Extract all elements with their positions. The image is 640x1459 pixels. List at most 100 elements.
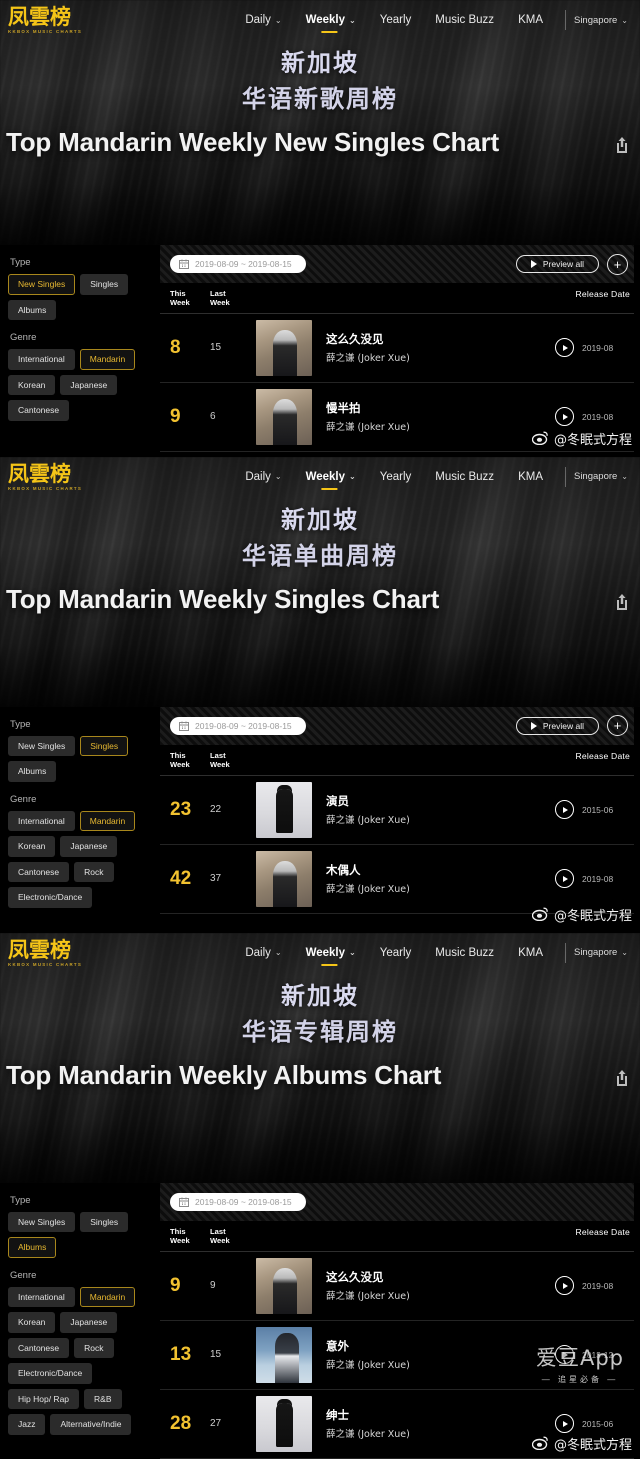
hero-chinese-titles: 新加坡 华语新歌周榜 [0,46,640,117]
type-chip-new-singles[interactable]: New Singles [8,1211,76,1233]
preview-all-button[interactable]: Preview all [515,716,599,736]
this-week-header-line1: This [170,750,186,760]
type-chip-albums[interactable]: Albums [8,1237,57,1258]
genre-chip-korean[interactable]: Korean [8,1312,56,1333]
genre-chip-korean[interactable]: Korean [8,374,56,395]
track-artist: 薛之谦 (Joker Xue) [326,1428,410,1440]
site-logo[interactable]: 凤雲榜 KKBOX MUSIC CHARTS [8,6,104,34]
add-button[interactable]: + [607,715,628,737]
genre-chip-international[interactable]: International [8,1286,75,1308]
date-range-picker[interactable]: 2019-08-09 ~ 2019-08-15 [170,1192,306,1211]
type-chip-singles[interactable]: Singles [80,1211,129,1233]
share-icon[interactable] [614,1069,630,1087]
nav-item-kma[interactable]: KMA [506,10,555,30]
nav-item-label: Music Buzz [435,14,495,26]
type-chip-singles[interactable]: Singles [80,274,129,295]
nav-item-daily[interactable]: Daily ⌄ [233,10,293,30]
table-row[interactable]: 9 9 这么久没见 薛之谦 (Joker Xue) 2019-08 [160,1252,634,1321]
nav-item-kma[interactable]: KMA [506,943,555,963]
nav-item-yearly[interactable]: Yearly [368,467,424,487]
nav-item-kma[interactable]: KMA [506,467,555,487]
hero-english-row: Top Mandarin Weekly Albums Chart [0,1050,640,1091]
share-icon[interactable] [614,136,630,154]
logo-subtitle: KKBOX MUSIC CHARTS [8,961,83,967]
track-artist: 薛之谦 (Joker Xue) [326,814,410,826]
play-icon[interactable] [555,869,574,889]
genre-chip-mandarin[interactable]: Mandarin [79,1286,136,1308]
nav-item-label: Daily [245,470,271,483]
table-row[interactable]: 8 15 这么久没见 薛之谦 (Joker Xue) 2019-08 [160,314,634,383]
genre-chip-cantonese[interactable]: Cantonese [8,400,70,421]
nav-item-yearly[interactable]: Yearly [368,943,424,963]
nav-item-weekly[interactable]: Weekly ⌄ [294,10,368,30]
row-actions: 2015-06 [555,800,630,820]
nav-item-daily[interactable]: Daily ⌄ [233,467,293,487]
play-icon[interactable] [555,800,574,820]
play-icon[interactable] [555,1345,574,1365]
nav-item-music-buzz[interactable]: Music Buzz [423,10,506,30]
genre-chip-cantonese[interactable]: Cantonese [8,1337,70,1359]
logo-subtitle: KKBOX MUSIC CHARTS [8,485,83,491]
type-chip-albums[interactable]: Albums [8,299,57,320]
rank-this-week: 9 [170,1275,181,1297]
date-range-picker[interactable]: 2019-08-09 ~ 2019-08-15 [170,716,306,735]
genre-chip-alternative-indie[interactable]: Alternative/Indie [50,1414,132,1435]
table-row[interactable]: 28 27 绅士 薛之谦 (Joker Xue) 2015-06 [160,1390,634,1459]
genre-chip-japanese[interactable]: Japanese [60,836,118,857]
play-icon[interactable] [555,1414,574,1434]
nav-item-weekly[interactable]: Weekly ⌄ [294,467,368,487]
table-row[interactable]: 42 37 木偶人 薛之谦 (Joker Xue) 2019-08 [160,845,634,914]
type-chip-new-singles[interactable]: New Singles [8,735,76,757]
genre-chip-international[interactable]: International [8,349,75,370]
this-week-header-line2: Week [170,1236,190,1246]
play-icon[interactable] [555,1276,574,1296]
genre-chip-japanese[interactable]: Japanese [60,374,118,395]
play-icon[interactable] [555,407,574,427]
genre-chip-international[interactable]: International [8,810,75,832]
rank-this-week: 42 [170,868,192,890]
share-icon[interactable] [614,593,630,611]
type-chip-new-singles[interactable]: New Singles [8,274,76,295]
nav-item-music-buzz[interactable]: Music Buzz [423,467,506,487]
nav-item-music-buzz[interactable]: Music Buzz [423,943,506,963]
genre-chip-r-b[interactable]: R&B [84,1388,122,1410]
track-artist: 薛之谦 (Joker Xue) [326,421,410,433]
table-row[interactable]: 9 6 慢半拍 薛之谦 (Joker Xue) 2019-08 [160,383,634,452]
nav-item-label: Daily [245,14,271,26]
nav-item-yearly[interactable]: Yearly [368,10,424,30]
type-filter-label: Type [10,257,31,268]
genre-chip-rock[interactable]: Rock [74,861,114,883]
play-icon[interactable] [555,338,574,358]
track-title: 演员 [326,794,349,809]
rank-last-week: 37 [210,872,222,884]
date-range-picker[interactable]: 2019-08-09 ~ 2019-08-15 [170,255,306,273]
logo-subtitle: KKBOX MUSIC CHARTS [8,29,83,35]
genre-chip-hip-hop-rap[interactable]: Hip Hop/ Rap [8,1388,80,1410]
genre-chip-japanese[interactable]: Japanese [60,1312,118,1333]
genre-chip-korean[interactable]: Korean [8,836,56,857]
region-selector[interactable]: Singapore ⌄ [574,947,628,958]
play-triangle-icon [562,1420,568,1427]
genre-chip-electronic-dance[interactable]: Electronic/Dance [8,1363,93,1384]
genre-chip-electronic-dance[interactable]: Electronic/Dance [8,887,93,908]
table-row[interactable]: 13 15 意外 薛之谦 (Joker Xue) 2013-12 [160,1321,634,1390]
genre-chip-cantonese[interactable]: Cantonese [8,861,70,883]
type-chip-albums[interactable]: Albums [8,761,57,782]
nav-item-daily[interactable]: Daily ⌄ [233,943,293,963]
type-chip-singles[interactable]: Singles [80,735,129,757]
site-logo[interactable]: 凤雲榜 KKBOX MUSIC CHARTS [8,939,104,967]
genre-chip-mandarin[interactable]: Mandarin [79,349,136,370]
genre-chip-rock[interactable]: Rock [74,1337,114,1359]
table-row[interactable]: 23 22 演员 薛之谦 (Joker Xue) 2015-06 [160,776,634,845]
nav-item-label: Weekly [305,470,346,483]
nav-item-weekly[interactable]: Weekly ⌄ [294,943,368,963]
genre-chip-mandarin[interactable]: Mandarin [79,810,136,832]
preview-all-button[interactable]: Preview all [515,254,599,274]
page-content: Type New Singles Singles Albums Genre Interna… [0,1182,640,1459]
add-button[interactable]: + [607,253,628,275]
site-logo[interactable]: 凤雲榜 KKBOX MUSIC CHARTS [8,463,104,491]
region-selector[interactable]: Singapore ⌄ [574,15,628,26]
toolbar-actions: Preview all + [515,253,628,275]
region-selector[interactable]: Singapore ⌄ [574,471,628,482]
genre-chip-jazz[interactable]: Jazz [8,1414,46,1435]
